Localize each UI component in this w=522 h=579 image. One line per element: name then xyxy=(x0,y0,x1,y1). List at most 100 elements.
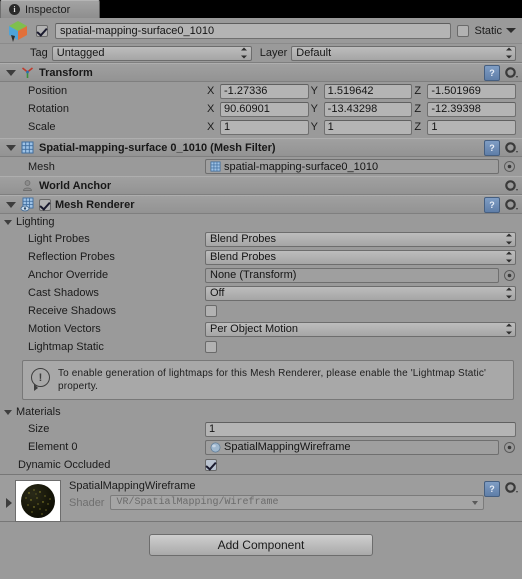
materials-element0-picker-icon[interactable] xyxy=(503,441,516,454)
cast-shadows-value: Off xyxy=(210,287,225,299)
transform-title: Transform xyxy=(39,66,93,79)
shader-value: VR/SpatialMapping/Wireframe xyxy=(116,497,279,508)
material-gear-icon[interactable] xyxy=(504,481,518,495)
gameobject-cube-icon xyxy=(6,19,30,43)
world-anchor-gear-icon[interactable] xyxy=(504,179,518,193)
tag-value: Untagged xyxy=(56,47,105,59)
shader-dropdown[interactable]: VR/SpatialMapping/Wireframe xyxy=(110,495,484,510)
light-probes-dropdown[interactable]: Blend Probes xyxy=(205,231,516,247)
tag-label: Tag xyxy=(30,47,48,59)
materials-element0-value: SpatialMappingWireframe xyxy=(224,441,351,453)
materials-element0-object-field[interactable]: SpatialMappingWireframe xyxy=(205,439,499,455)
rotation-z-input[interactable]: -12.39398 xyxy=(427,101,517,117)
lighting-section-foldout[interactable]: Lighting xyxy=(0,214,522,230)
static-checkbox[interactable] xyxy=(457,24,470,37)
static-dropdown-chevron-down-icon[interactable] xyxy=(506,28,516,33)
component-header-world-anchor[interactable]: World Anchor xyxy=(0,176,522,195)
mesh-filter-foldout-icon[interactable] xyxy=(6,144,16,151)
layer-dropdown[interactable]: Default xyxy=(291,45,516,61)
rotation-z-value: -12.39398 xyxy=(431,103,481,115)
lightmap-static-checkbox[interactable] xyxy=(205,341,217,353)
reflection-probes-label: Reflection Probes xyxy=(28,251,115,263)
info-circle-icon: i xyxy=(9,4,20,15)
transform-position-row: Position X -1.27336 Y 1.519642 Z -1.5019… xyxy=(0,82,522,100)
component-header-mesh-renderer[interactable]: Mesh Renderer ? xyxy=(0,195,522,214)
mesh-grid-icon xyxy=(210,161,221,172)
lighting-foldout-icon xyxy=(4,219,12,225)
dynamic-occluded-checkbox[interactable] xyxy=(205,459,217,471)
gameobject-enabled-checkbox[interactable] xyxy=(36,24,48,37)
mesh-renderer-foldout-icon[interactable] xyxy=(6,201,16,208)
warning-bubble-icon: ! xyxy=(31,368,50,391)
anchor-override-object-field[interactable]: None (Transform) xyxy=(205,267,499,283)
tab-inspector-label: Inspector xyxy=(25,3,71,16)
add-component-button[interactable]: Add Component xyxy=(149,534,373,556)
scale-y-input[interactable]: 1 xyxy=(323,119,413,135)
axis-label-y: Y xyxy=(310,85,319,97)
position-x-input[interactable]: -1.27336 xyxy=(220,83,309,99)
gameobject-name-value: spatial-mapping-surface0_1010 xyxy=(60,24,215,37)
light-probes-arrows-icon xyxy=(505,233,512,245)
mesh-filter-help-icon[interactable]: ? xyxy=(484,139,500,156)
reflection-probes-dropdown[interactable]: Blend Probes xyxy=(205,249,516,265)
position-y-input[interactable]: 1.519642 xyxy=(323,83,413,99)
add-component-label: Add Component xyxy=(217,538,305,552)
anchor-override-picker-icon[interactable] xyxy=(503,269,516,282)
position-z-input[interactable]: -1.501969 xyxy=(427,83,517,99)
tab-inspector[interactable]: i Inspector xyxy=(0,0,100,18)
scale-z-input[interactable]: 1 xyxy=(427,119,517,135)
axis-label-z: Z xyxy=(414,85,422,97)
motion-vectors-dropdown[interactable]: Per Object Motion xyxy=(205,321,516,337)
static-label: Static xyxy=(474,24,502,37)
mesh-renderer-help-icon[interactable]: ? xyxy=(484,196,500,213)
rotation-label: Rotation xyxy=(28,103,69,115)
rotation-x-input[interactable]: 90.60901 xyxy=(220,101,309,117)
component-header-mesh-filter[interactable]: Spatial-mapping-surface 0_1010 (Mesh Fil… xyxy=(0,138,522,157)
component-header-transform[interactable]: Transform ? xyxy=(0,63,522,82)
scale-y-value: 1 xyxy=(327,121,334,133)
mesh-filter-gear-icon[interactable] xyxy=(504,141,518,155)
material-help-icon[interactable]: ? xyxy=(484,481,500,497)
light-probes-label: Light Probes xyxy=(28,233,90,245)
transform-gear-icon[interactable] xyxy=(504,66,518,80)
position-label: Position xyxy=(28,85,68,97)
transform-foldout-icon[interactable] xyxy=(6,69,16,76)
scale-label: Scale xyxy=(28,121,56,133)
cast-shadows-dropdown[interactable]: Off xyxy=(205,285,516,301)
motion-vectors-row: Motion Vectors Per Object Motion xyxy=(0,320,522,338)
gameobject-name-input[interactable]: spatial-mapping-surface0_1010 xyxy=(55,22,452,39)
position-z-value: -1.501969 xyxy=(431,85,481,97)
anchor-override-row: Anchor Override None (Transform) xyxy=(0,266,522,284)
axis-label-y: Y xyxy=(310,103,319,115)
materials-size-row: Size 1 xyxy=(0,420,522,438)
mesh-object-field[interactable]: spatial-mapping-surface0_1010 xyxy=(205,159,499,174)
axis-label-x: X xyxy=(207,85,215,97)
scale-x-value: 1 xyxy=(224,121,231,133)
materials-size-input[interactable]: 1 xyxy=(205,421,516,437)
mesh-renderer-enabled-checkbox[interactable] xyxy=(39,198,51,211)
lighting-section-label: Lighting xyxy=(16,216,55,228)
receive-shadows-checkbox[interactable] xyxy=(205,305,217,317)
mesh-filter-mesh-row: Mesh spatial-mapping-surface0_1010 xyxy=(0,157,522,176)
receive-shadows-label: Receive Shadows xyxy=(28,305,117,317)
transform-help-icon[interactable]: ? xyxy=(484,64,500,81)
lightmap-static-label: Lightmap Static xyxy=(28,341,104,353)
mesh-object-picker-icon[interactable] xyxy=(503,160,516,173)
rotation-y-input[interactable]: -13.43298 xyxy=(323,101,413,117)
materials-foldout-icon xyxy=(4,409,12,415)
scale-x-input[interactable]: 1 xyxy=(220,119,309,135)
mesh-renderer-gear-icon[interactable] xyxy=(504,198,518,212)
materials-element0-label: Element 0 xyxy=(28,441,78,453)
shader-label: Shader xyxy=(69,496,105,509)
world-anchor-pin-icon xyxy=(20,178,35,193)
tag-dropdown[interactable]: Untagged xyxy=(51,45,252,61)
dynamic-occluded-label: Dynamic Occluded xyxy=(18,459,111,471)
mesh-filter-title: Spatial-mapping-surface 0_1010 (Mesh Fil… xyxy=(39,141,276,154)
materials-section-foldout[interactable]: Materials xyxy=(0,404,522,420)
axis-label-z: Z xyxy=(414,103,422,115)
object-header: spatial-mapping-surface0_1010 Static xyxy=(0,18,522,44)
light-probes-row: Light Probes Blend Probes xyxy=(0,230,522,248)
material-footer-foldout-icon[interactable] xyxy=(6,498,12,508)
material-sphere-icon xyxy=(210,442,221,452)
materials-section-label: Materials xyxy=(16,406,61,418)
